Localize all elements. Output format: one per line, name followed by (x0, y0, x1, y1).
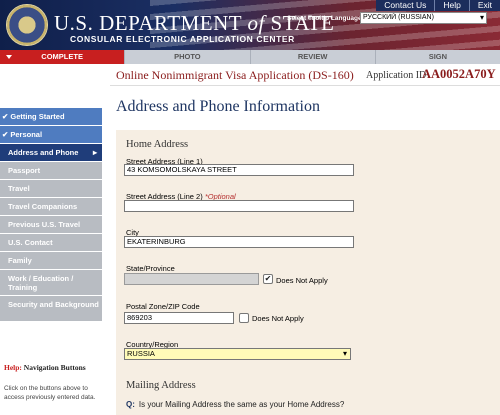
step-photo[interactable]: PHOTO (124, 50, 249, 64)
step-sign[interactable]: SIGN (374, 50, 500, 64)
state-input[interactable] (124, 273, 259, 285)
language-label: Select Tooltip Language (287, 15, 362, 22)
sidebar-item-travel: Travel (0, 180, 102, 197)
site-subtitle: CONSULAR ELECTRONIC APPLICATION CENTER (70, 34, 295, 44)
step-complete[interactable]: COMPLETE (0, 50, 125, 64)
sidebar-item-work-education: Work / Education / Training (0, 270, 102, 295)
street2-input[interactable] (124, 200, 354, 212)
zip-input[interactable]: 869203 (124, 312, 234, 324)
country-select[interactable]: RUSSIA (124, 348, 351, 360)
progress-steps: COMPLETE PHOTO REVIEW SIGN (0, 50, 500, 64)
exit-link[interactable]: Exit (468, 0, 500, 11)
application-id-label: Application ID (366, 70, 427, 81)
state-does-not-apply-checkbox[interactable]: ✔ (263, 274, 273, 284)
help-link[interactable]: Help (434, 0, 468, 11)
checkmark-icon: ✔ (264, 274, 272, 283)
divider (110, 85, 500, 86)
page: U.S. DEPARTMENT of STATE CONSULAR ELECTR… (0, 0, 500, 415)
zip-does-not-apply-label: Does Not Apply (252, 314, 304, 323)
state-department-seal-icon (6, 4, 48, 46)
help-title: Help: Navigation Buttons (4, 363, 86, 372)
language-select[interactable]: РУССКИЙ (RUSSIAN) (360, 12, 487, 24)
street1-input[interactable]: 43 KOMSOMOLSKAYA STREET (124, 164, 354, 176)
application-title: Online Nonimmigrant Visa Application (DS… (116, 68, 354, 82)
help-text: Click on the buttons above to access pre… (4, 385, 96, 401)
sidebar-item-passport: Passport (0, 162, 102, 179)
sidebar-item-family: Family (0, 252, 102, 269)
state-label: State/Province (126, 264, 175, 273)
mailing-address-heading: Mailing Address (126, 380, 196, 391)
step-review[interactable]: REVIEW (249, 50, 375, 64)
zip-does-not-apply-checkbox[interactable] (239, 313, 249, 323)
sidebar-item-security: Security and Background (0, 296, 102, 321)
mailing-same-question: Q: Is your Mailing Address the same as yo… (126, 400, 345, 409)
sidebar-item-personal[interactable]: ✔ Personal (0, 126, 102, 143)
city-input[interactable]: EKATERINBURG (124, 236, 354, 248)
zip-label: Postal Zone/ZIP Code (126, 302, 200, 311)
sidebar-item-previous-us-travel: Previous U.S. Travel (0, 216, 102, 233)
sidebar-item-us-contact: U.S. Contact (0, 234, 102, 251)
state-does-not-apply-label: Does Not Apply (276, 276, 328, 285)
site-header: U.S. DEPARTMENT of STATE CONSULAR ELECTR… (0, 0, 500, 50)
application-id: AA0052A70Y (422, 67, 496, 81)
sidebar-item-address-and-phone[interactable]: Address and Phone (0, 144, 102, 161)
contact-us-link[interactable]: Contact Us (376, 0, 434, 11)
sidebar-nav: ✔ Getting Started ✔ Personal Address and… (0, 108, 102, 322)
top-links: Contact Us Help Exit (376, 0, 500, 11)
sidebar-item-getting-started[interactable]: ✔ Getting Started (0, 108, 102, 125)
page-title: Address and Phone Information (116, 98, 320, 115)
home-address-heading: Home Address (126, 139, 189, 150)
chevron-down-icon (6, 55, 12, 59)
sidebar-item-travel-companions: Travel Companions (0, 198, 102, 215)
